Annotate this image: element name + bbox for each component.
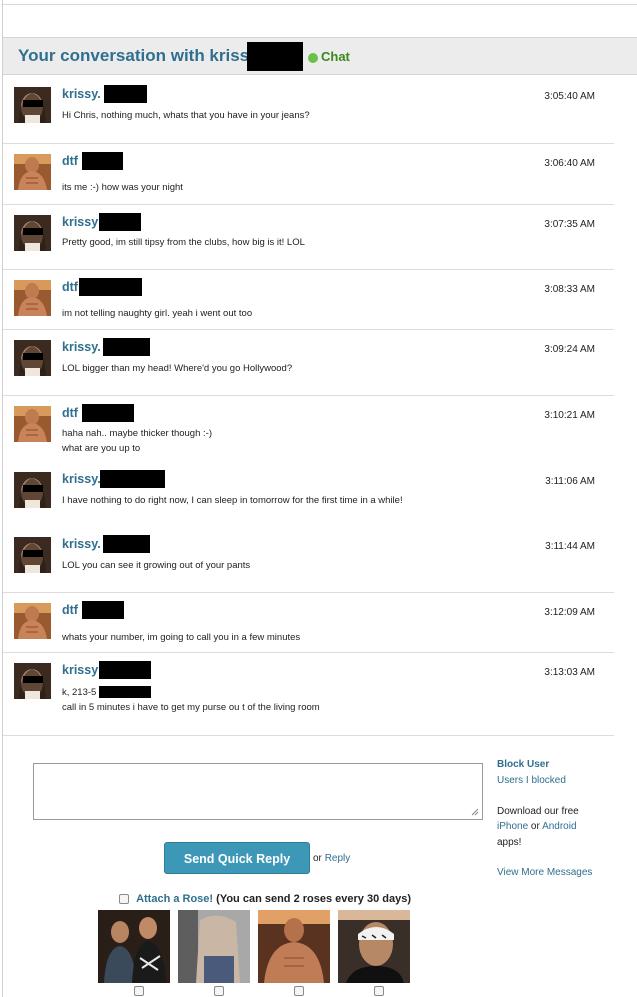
message-timestamp: 3:13:03 AM <box>544 667 595 678</box>
redaction-bar <box>247 42 303 71</box>
sender-name[interactable]: dtf <box>62 154 78 168</box>
redaction-bar <box>82 152 123 170</box>
or-text: or <box>313 853 322 864</box>
message-text: k, 213-5 <box>62 687 97 698</box>
redaction-bar <box>99 213 141 231</box>
sender-name[interactable]: krissy. <box>62 340 101 354</box>
message-text: Hi Chris, nothing much, whats that you h… <box>62 110 310 121</box>
photo-torso[interactable] <box>178 910 250 983</box>
online-status-icon <box>308 53 318 63</box>
sender-name[interactable]: dtf <box>62 406 78 420</box>
avatar-krissy[interactable] <box>14 340 51 376</box>
users-blocked-link[interactable]: Users I blocked <box>497 775 566 786</box>
avatar-dtf[interactable] <box>14 406 51 442</box>
message-row: krissy. 3:11:44 AM LOL you can see it gr… <box>3 527 614 593</box>
avatar-dtf[interactable] <box>14 280 51 316</box>
rose-note: (You can send 2 roses every 30 days) <box>216 893 411 905</box>
redaction-bar <box>99 661 151 679</box>
redaction-bar <box>100 470 165 488</box>
attach-rose-row: Attach a Rose! (You can send 2 roses eve… <box>119 893 411 905</box>
avatar-krissy[interactable] <box>14 472 51 508</box>
message-text: whats your number, im going to call you … <box>62 632 301 643</box>
sender-name[interactable]: krissy <box>62 663 98 677</box>
message-row: dtf 3:06:40 AM its me :-) how was your n… <box>3 144 614 205</box>
reply-textarea[interactable] <box>33 763 483 820</box>
message-text: I have nothing to do right now, I can sl… <box>62 495 403 506</box>
redaction-bar <box>103 535 150 553</box>
sender-name[interactable]: dtf <box>62 280 78 294</box>
redaction-bar <box>104 85 147 103</box>
message-timestamp: 3:09:24 AM <box>544 344 595 355</box>
message-timestamp: 3:07:35 AM <box>544 219 595 230</box>
message-timestamp: 3:08:33 AM <box>544 284 595 295</box>
photo-bandana[interactable] <box>338 910 410 983</box>
avatar-krissy[interactable] <box>14 215 51 251</box>
message-timestamp: 3:11:44 AM <box>545 541 595 552</box>
sender-name[interactable]: krissy. <box>62 537 101 551</box>
view-more-messages-link[interactable]: View More Messages <box>497 867 592 878</box>
message-row: dtf 3:08:33 AM im not telling naughty gi… <box>3 270 614 330</box>
download-text: Download our free <box>497 806 579 817</box>
redaction-bar <box>103 338 150 356</box>
avatar-dtf[interactable] <box>14 154 51 190</box>
message-timestamp: 3:12:09 AM <box>544 607 595 618</box>
attach-rose-checkbox[interactable] <box>119 894 129 905</box>
top-bar <box>3 0 637 5</box>
or-text: or <box>530 821 540 832</box>
photo-two-men[interactable] <box>98 910 170 983</box>
photo-checkbox[interactable] <box>374 986 384 996</box>
photo-shirtless[interactable] <box>258 910 330 983</box>
redaction-bar <box>82 404 134 422</box>
redaction-bar <box>99 686 151 698</box>
sender-name[interactable]: krissy. <box>62 472 101 486</box>
sender-name[interactable]: krissy <box>62 215 98 229</box>
avatar-dtf[interactable] <box>14 603 51 639</box>
sender-name[interactable]: dtf <box>62 603 78 617</box>
sender-name[interactable]: krissy. <box>62 87 101 101</box>
download-apps-line: iPhone or Android <box>497 821 577 832</box>
message-row: krissy. 3:05:40 AM Hi Chris, nothing muc… <box>3 77 614 144</box>
or-reply: or Reply <box>313 853 350 864</box>
message-text: LOL bigger than my head! Where'd you go … <box>62 363 293 374</box>
message-text: Pretty good, im still tipsy from the clu… <box>62 237 305 248</box>
avatar-krissy[interactable] <box>14 87 51 123</box>
iphone-link[interactable]: iPhone <box>497 821 528 832</box>
message-timestamp: 3:05:40 AM <box>544 91 595 102</box>
conversation-title: Your conversation with krissy. <box>18 46 263 65</box>
block-user-link[interactable]: Block User <box>497 759 549 770</box>
photo-checkbox[interactable] <box>294 986 304 996</box>
photo-checkbox[interactable] <box>214 986 224 996</box>
message-text: call in 5 minutes i have to get my purse… <box>62 702 320 713</box>
message-text: what are you up to <box>62 443 141 454</box>
photo-checkbox[interactable] <box>134 986 144 996</box>
message-timestamp: 3:11:06 AM <box>545 476 595 487</box>
android-link[interactable]: Android <box>542 821 576 832</box>
redaction-bar <box>79 278 142 296</box>
message-timestamp: 3:06:40 AM <box>544 158 595 169</box>
reply-link[interactable]: Reply <box>325 853 351 864</box>
message-row: dtf 3:10:21 AM haha nah.. maybe thicker … <box>3 396 614 462</box>
message-text: haha nah.. maybe thicker though :-) <box>62 428 212 439</box>
apps-text: apps! <box>497 837 522 848</box>
message-row: krissy. 3:11:06 AM I have nothing to do … <box>3 462 614 527</box>
message-text: its me :-) how was your night <box>62 182 183 193</box>
message-text: LOL you can see it growing out of your p… <box>62 560 251 571</box>
conversation-header: Your conversation with krissy. Chat <box>3 37 637 75</box>
send-quick-reply-button[interactable]: Send Quick Reply <box>164 842 310 874</box>
message-text: im not telling naughty girl. yeah i went… <box>62 308 253 319</box>
redaction-bar <box>82 601 124 619</box>
attach-rose-link[interactable]: Attach a Rose! <box>136 893 213 905</box>
avatar-krissy[interactable] <box>14 663 51 699</box>
resize-grip-icon[interactable] <box>471 808 479 816</box>
message-row: dtf 3:12:09 AM whats your number, im goi… <box>3 593 614 653</box>
message-timestamp: 3:10:21 AM <box>544 410 595 421</box>
message-row: krissy. 3:09:24 AM LOL bigger than my he… <box>3 330 614 396</box>
avatar-krissy[interactable] <box>14 537 51 573</box>
message-row: krissy 3:13:03 AM k, 213-5 call in 5 min… <box>3 653 614 736</box>
chat-link[interactable]: Chat <box>321 49 350 64</box>
message-row: krissy 3:07:35 AM Pretty good, im still … <box>3 205 614 270</box>
